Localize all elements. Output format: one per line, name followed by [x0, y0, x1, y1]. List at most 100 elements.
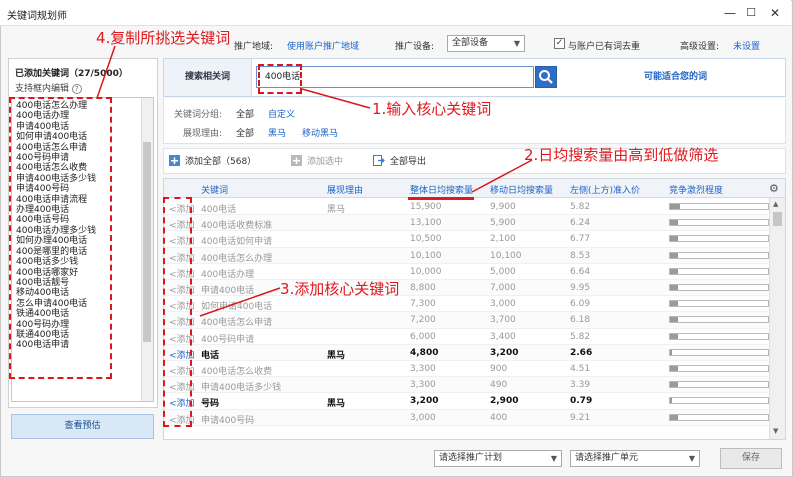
table-row[interactable]: <添加 400电话如何申请 10,500 2,100 6.77: [164, 231, 769, 248]
export-all-button[interactable]: 全部导出: [390, 154, 426, 167]
competition-fill: [670, 268, 678, 274]
plan-select[interactable]: 请选择推广计划 ▼: [434, 450, 562, 467]
table-row[interactable]: <添加 申请400号码 3,000 400 9.21: [164, 409, 769, 426]
edit-hint-text: 支持框内编辑: [15, 84, 70, 94]
cell-reason: 黑马: [327, 350, 346, 361]
competition-bar: [669, 365, 769, 372]
help-icon[interactable]: ?: [71, 84, 82, 94]
col-keyword[interactable]: 关键词: [201, 183, 228, 196]
table-row[interactable]: <添加 400电话怎么收费 3,300 900 4.51: [164, 361, 769, 378]
cell-price: 5.82: [570, 202, 591, 212]
add-selected-button[interactable]: 添加选中: [307, 154, 343, 167]
cell-mobile: 3,700: [490, 315, 516, 326]
cell-mobile: 7,000: [490, 283, 516, 293]
cell-mobile: 5,000: [490, 266, 516, 277]
cell-price: 6.64: [570, 266, 591, 277]
table-scrollbar[interactable]: ▲ ▼: [769, 198, 785, 439]
table-row[interactable]: <添加 电话 黑马 4,800 3,200 2.66: [164, 344, 769, 361]
cell-total: 3,300: [410, 364, 436, 374]
cell-price: 2.66: [570, 347, 593, 358]
cell-price: 5.82: [570, 331, 591, 342]
add-all-button[interactable]: 添加全部（568）: [185, 154, 256, 167]
preview-button[interactable]: 查看预估: [11, 414, 154, 439]
window-title: 关键词规划师: [7, 11, 67, 22]
cell-price: 9.21: [570, 412, 591, 423]
cell-total: 10,000: [410, 266, 442, 277]
cell-total: 15,900: [410, 202, 442, 212]
annotation-2: 2.日均搜索量由高到低做筛选: [524, 146, 719, 164]
cell-mobile: 400: [490, 412, 508, 423]
cell-total: 6,000: [410, 331, 436, 342]
dedupe-checkbox[interactable]: ✓: [554, 38, 565, 49]
table-row[interactable]: <添加 400电话 黑马 15,900 9,900 5.82: [164, 199, 769, 216]
cell-mobile: 900: [490, 364, 508, 374]
add-all-icon: [169, 155, 180, 166]
reason-option-all[interactable]: 全部: [236, 126, 254, 139]
col-competition[interactable]: 竞争激烈程度: [669, 183, 723, 196]
region-label: 推广地域:: [234, 42, 274, 52]
dedupe-label: 与账户已有词去重: [568, 42, 641, 52]
unit-select-value: 请选择推广单元: [575, 453, 639, 463]
scroll-down-icon[interactable]: ▼: [773, 427, 778, 435]
search-tab[interactable]: 搜索相关词: [164, 59, 252, 96]
chevron-down-icon: ▼: [688, 454, 695, 463]
table-row[interactable]: <添加 400电话怎么办理 10,100 10,100 8.53: [164, 247, 769, 264]
cell-keyword: 400电话办理: [201, 269, 255, 280]
cell-price: 6.77: [570, 234, 591, 245]
col-reason[interactable]: 展现理由: [327, 183, 363, 196]
save-button[interactable]: 保存: [720, 448, 782, 469]
annotation-arrow-4: [96, 45, 116, 99]
cell-keyword: 400电话怎么收费: [201, 367, 273, 377]
advanced-label: 高级设置:: [680, 42, 720, 52]
group-option-custom[interactable]: 自定义: [268, 107, 295, 120]
region-link[interactable]: 使用账户推广地域: [287, 39, 359, 52]
device-select-value: 全部设备: [452, 38, 489, 48]
edit-hint: 支持框内编辑 ?: [15, 81, 82, 94]
competition-bar: [669, 381, 769, 389]
unit-select[interactable]: 请选择推广单元 ▼: [570, 450, 700, 467]
group-option-all[interactable]: 全部: [236, 107, 254, 120]
cell-price: 3.39: [570, 380, 591, 391]
competition-bar: [669, 235, 769, 243]
scroll-thumb[interactable]: [143, 142, 151, 342]
cell-mobile: 2,100: [490, 234, 516, 245]
suggest-tab[interactable]: 可能适合您的词: [566, 59, 785, 96]
table-row[interactable]: <添加 400电话办理 10,000 5,000 6.64: [164, 264, 769, 280]
cell-mobile: 2,900: [490, 396, 519, 407]
competition-fill: [670, 236, 678, 242]
reason-option-darkhorse[interactable]: 黑马: [268, 126, 286, 139]
advanced-link[interactable]: 未设置: [733, 39, 760, 52]
competition-bar: [669, 316, 769, 324]
competition-bar: [669, 219, 769, 227]
gear-icon[interactable]: ⚙: [769, 182, 779, 195]
device-select[interactable]: 全部设备 ▼: [447, 35, 525, 52]
title-bar: [0, 0, 791, 26]
annotation-1: 1.输入核心关键词: [372, 100, 492, 118]
chevron-down-icon: ▼: [513, 39, 520, 48]
search-icon: [539, 70, 553, 84]
add-selected-icon: [291, 155, 302, 166]
competition-fill: [670, 285, 678, 290]
table-row[interactable]: <添加 400电话收费标准 13,100 5,900 6.24: [164, 215, 769, 232]
cell-keyword: 号码: [201, 399, 220, 410]
keyword-scrollbar[interactable]: [141, 98, 153, 401]
competition-fill: [670, 382, 678, 388]
competition-fill: [670, 398, 672, 404]
competition-bar: [669, 251, 769, 259]
reason-option-mobile-darkhorse[interactable]: 移动黑马: [302, 126, 338, 139]
table-row[interactable]: <添加 号码 黑马 3,200 2,900 0.79: [164, 393, 769, 410]
table-scroll-thumb[interactable]: [773, 212, 782, 226]
cell-total: 7,200: [410, 315, 436, 326]
competition-bar: [669, 300, 769, 308]
cell-total: 13,100: [410, 218, 442, 229]
cell-keyword: 400号码申请: [201, 334, 255, 345]
cell-mobile: 490: [490, 380, 508, 391]
col-price[interactable]: 左侧(上方)准入价: [570, 183, 640, 196]
table-row[interactable]: <添加 400号码申请 6,000 3,400 5.82: [164, 329, 769, 345]
competition-fill: [670, 252, 678, 258]
scroll-up-icon[interactable]: ▲: [773, 200, 778, 208]
close-button[interactable]: ✕: [760, 3, 790, 23]
table-row[interactable]: <添加 申请400电话多少钱 3,300 490 3.39: [164, 377, 769, 394]
search-button[interactable]: [535, 66, 557, 88]
group-label: 关键词分组:: [174, 110, 223, 120]
